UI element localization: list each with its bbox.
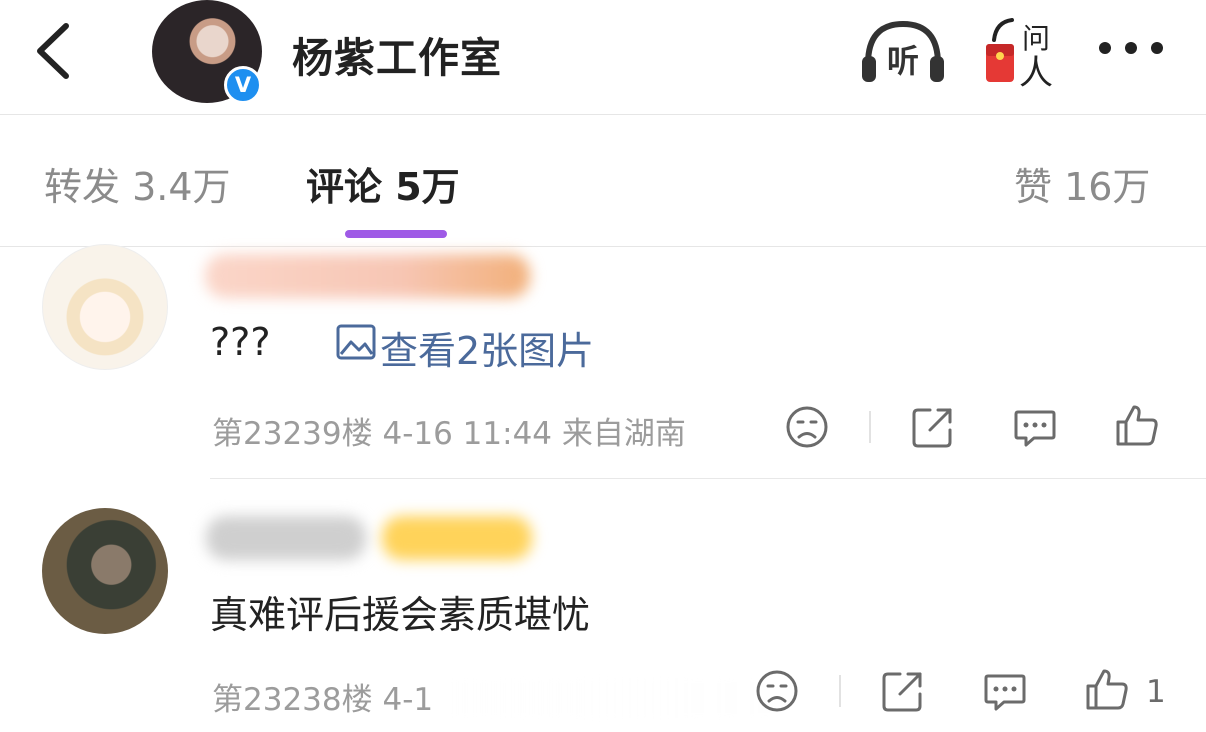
comment-text: 真难评后援会素质堪忧 (210, 593, 591, 637)
comment-text: ??? (210, 320, 271, 364)
reply-comment-icon[interactable] (1012, 404, 1058, 450)
meta-redaction (448, 678, 778, 718)
dislike-face-icon[interactable] (754, 668, 800, 714)
verified-badge-icon: V (224, 66, 262, 104)
action-separator (869, 411, 871, 443)
commenter-avatar[interactable] (42, 508, 168, 634)
more-icon[interactable] (1096, 36, 1166, 60)
tab-comments[interactable]: 评论 5万 (306, 156, 460, 211)
listen-icon[interactable]: 听 (860, 18, 946, 84)
tab-likes[interactable]: 赞 16万 (1014, 156, 1150, 211)
comment-meta: 第23239楼 4-16 11:44 来自湖南 (212, 416, 686, 452)
like-count: 1 (1146, 674, 1166, 710)
commenter-badge-redacted (382, 516, 532, 560)
comment-divider (210, 478, 1206, 479)
share-icon[interactable] (910, 404, 956, 450)
commenter-username-redacted[interactable] (206, 516, 366, 560)
reply-comment-icon[interactable] (982, 668, 1028, 714)
commenter-username-redacted[interactable] (205, 254, 530, 298)
view-images-link[interactable]: 查看2张图片 (380, 320, 594, 375)
tabs-divider (0, 246, 1206, 247)
comment-meta: 第23238楼 4-1 (212, 682, 434, 718)
header-divider (0, 114, 1206, 115)
action-separator (839, 675, 841, 707)
account-name[interactable]: 杨紫工作室 (292, 24, 502, 84)
ask-label-bottom: 人 (1019, 53, 1053, 88)
tab-repost[interactable]: 转发 3.4万 (44, 156, 231, 211)
like-thumb-icon[interactable] (1084, 666, 1130, 712)
like-thumb-icon[interactable] (1114, 402, 1160, 448)
active-tab-indicator (345, 230, 447, 238)
share-icon[interactable] (880, 668, 926, 714)
dislike-face-icon[interactable] (784, 404, 830, 450)
ask-label-top: 问 (1022, 22, 1050, 55)
ask-red-envelope-icon[interactable]: 问 人 (980, 14, 1058, 88)
back-icon[interactable] (28, 20, 78, 82)
commenter-avatar[interactable] (42, 244, 168, 370)
listen-label: 听 (887, 42, 919, 80)
image-icon[interactable] (336, 324, 376, 360)
